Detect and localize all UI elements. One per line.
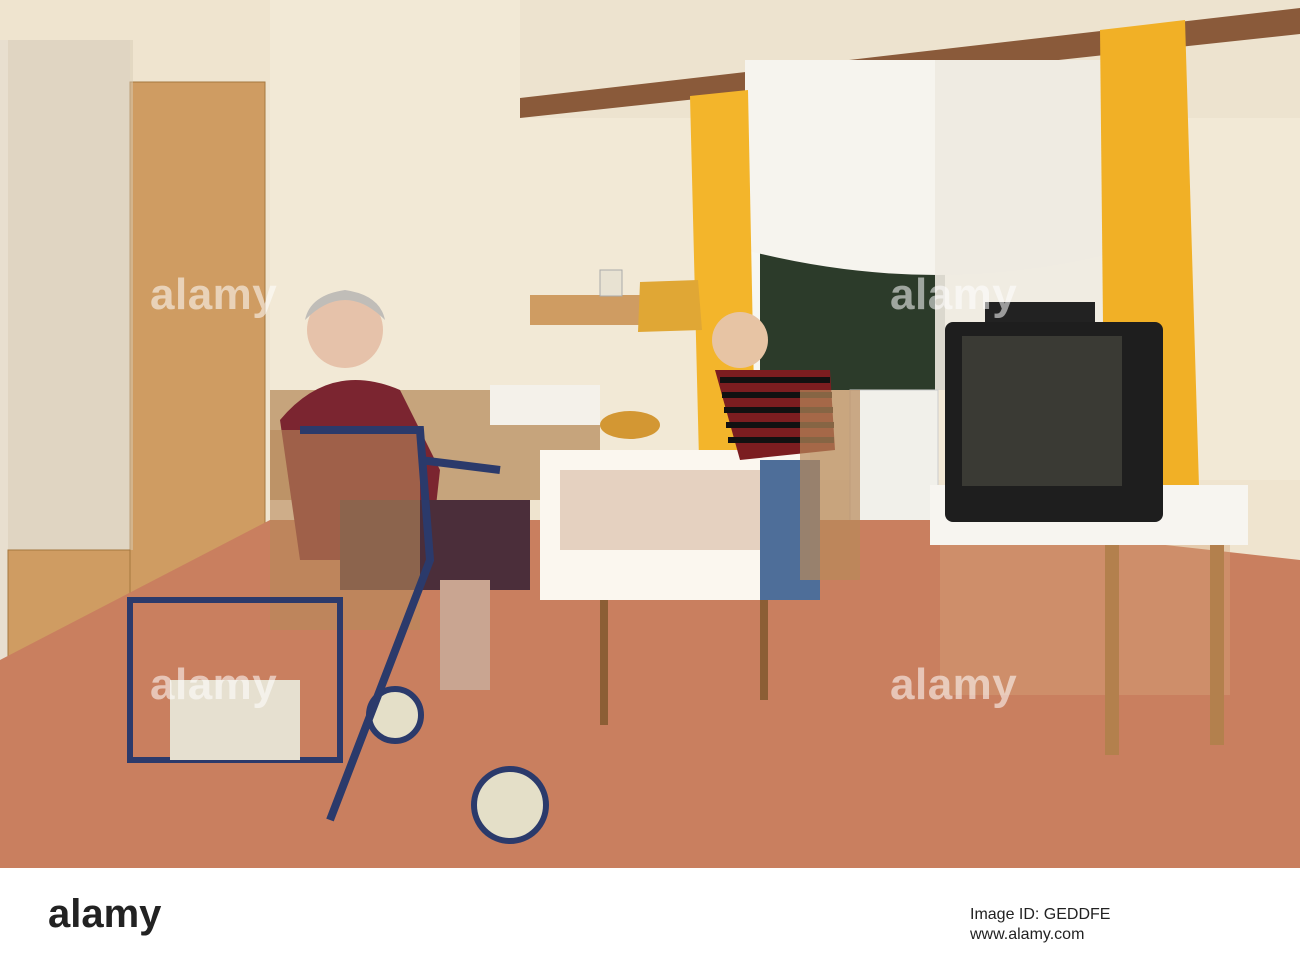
- photo: alamy alamy alamy alamy: [0, 0, 1300, 868]
- radiator: [849, 389, 939, 541]
- table-runner: [560, 470, 760, 550]
- woman-legs: [440, 580, 490, 690]
- tv-stand-leg: [1105, 545, 1119, 755]
- tv-stand-leg: [1210, 545, 1224, 745]
- table-leg: [600, 600, 608, 725]
- stock-logo: alamy: [48, 892, 162, 936]
- picture-frame: [599, 269, 623, 297]
- stock-url: www.alamy.com: [970, 926, 1085, 943]
- pillow: [490, 385, 600, 425]
- watermark: alamy: [890, 660, 1018, 709]
- table-leg: [760, 600, 768, 700]
- photo-frame: alamy alamy alamy alamy alamy Image ID: …: [0, 0, 1300, 956]
- stock-image-id: Image ID: GEDDFE: [970, 906, 1111, 923]
- mirror-reflection: [8, 40, 133, 550]
- man-head: [712, 312, 768, 368]
- room-scene: [0, 0, 1300, 868]
- walker-wheel: [471, 766, 549, 844]
- lamp-shade: [638, 280, 702, 332]
- tv-screen: [962, 336, 1122, 486]
- fruit-bowl: [600, 411, 660, 439]
- watermark: alamy: [890, 270, 1018, 319]
- chair: [800, 390, 860, 580]
- watermark: alamy: [150, 660, 278, 709]
- watermark: alamy: [150, 270, 278, 319]
